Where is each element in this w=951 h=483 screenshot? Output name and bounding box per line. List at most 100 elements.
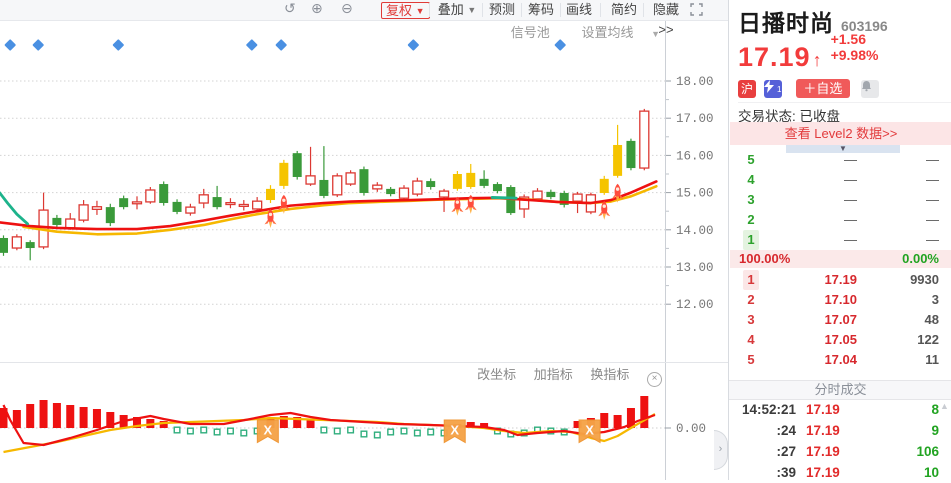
signal-pool-link[interactable]: 信号池 — [511, 25, 550, 40]
hide-button[interactable]: 隐藏>> — [647, 0, 685, 37]
indicator-square — [186, 427, 194, 435]
draw-line-button[interactable]: 画线 — [565, 0, 593, 20]
indicator-bars — [0, 396, 649, 428]
sell-row-2[interactable]: 2— — — [729, 210, 951, 230]
badges-row: 沪 1 ＋自选 — [738, 79, 948, 98]
simple-mode-button[interactable]: 简约 — [610, 0, 638, 20]
add-indicator-link[interactable]: 加指标 — [534, 367, 573, 382]
alert-bell-icon[interactable] — [861, 79, 880, 98]
sell-row-4[interactable]: 4— — — [729, 170, 951, 190]
buy-row-3[interactable]: 3 17.07 48 — [729, 310, 951, 330]
rocket-icon — [598, 200, 611, 220]
tick-trade-row: 14:52:21 17.19 8 — [741, 402, 939, 417]
candle-body-up — [225, 201, 236, 206]
buy-row-2[interactable]: 2 17.10 3 — [729, 290, 951, 310]
scroll-up-icon[interactable]: ▲ — [940, 401, 949, 411]
candle-body-up — [11, 236, 23, 249]
expand-icon[interactable] — [690, 3, 703, 23]
candle-body-up — [185, 206, 196, 214]
candle-body-up — [412, 180, 423, 195]
y-axis-label: 13.00 — [676, 261, 714, 275]
candle-body-signal — [466, 172, 476, 188]
candle-body-up — [198, 194, 209, 204]
candle-body-up — [639, 110, 650, 169]
buy-row-4[interactable]: 4 17.05 122 — [729, 330, 951, 350]
level2-banner[interactable]: 查看 Level2 数据>> — [730, 122, 951, 145]
sub-chart-tools: 改坐标 加指标 换指标 × — [400, 364, 662, 387]
chips-button[interactable]: 筹码 — [527, 0, 555, 20]
buy-sell-ratio-row: 100.00% 0.00% — [730, 250, 951, 268]
sell-row-5[interactable]: 5— — — [729, 150, 951, 170]
stock-chart-canvas[interactable]: 18.00 17.00 16.00 15.00 14.00 13.00 12.00 0.00 X… — [0, 0, 728, 480]
fuquan-button[interactable]: 复权 ▼ — [381, 2, 430, 19]
forecast-button[interactable]: 预测 — [488, 0, 516, 20]
undo-icon[interactable]: ↺ — [284, 0, 296, 20]
change-axis-link[interactable]: 改坐标 — [477, 367, 516, 382]
zoom-in-icon[interactable]: ⊕ — [311, 0, 323, 20]
indicator-square — [320, 426, 328, 434]
price-change: +1.56 — [830, 31, 867, 47]
close-indicator-icon[interactable]: × — [647, 372, 662, 387]
indicator-bar — [613, 415, 622, 428]
candle-body-down — [172, 201, 182, 212]
candle-body-up — [372, 184, 383, 190]
diamond-icon — [275, 39, 287, 51]
candle-body-down — [492, 184, 502, 192]
chart-region[interactable]: 18.00 17.00 16.00 15.00 14.00 13.00 12.00 0.00 X… — [0, 0, 728, 480]
svg-text:X: X — [450, 423, 459, 438]
y-axis-label: 16.00 — [676, 149, 714, 163]
quote-panel: 日播时尚 603196 17.19 ↑+1.56 +9.98% 沪 1 ＋自选 交易状… — [728, 0, 951, 480]
overlay-button[interactable]: 叠加 ▼ — [436, 0, 478, 20]
x-badge-icon: X — [256, 419, 279, 444]
ma-line-teal — [490, 196, 518, 200]
y-axis-label: 15.00 — [676, 187, 714, 201]
y-axis-label: 17.00 — [676, 112, 714, 126]
chart-toolbar: ↺ ⊕ ⊖ 复权 ▼ 叠加 ▼ 预测 筹码 画线 简约 隐藏>> — [0, 0, 728, 37]
candle-body-up — [65, 218, 76, 229]
caret-down-icon: ▼ — [467, 5, 477, 15]
sell-row-3[interactable]: 3— — — [729, 190, 951, 210]
indicator-square — [347, 426, 355, 434]
sell-queue: 5— — 4— — 3— — 2— — 1— — — [729, 150, 951, 250]
toolbar-separator — [560, 3, 561, 17]
candle-body-down — [25, 242, 35, 249]
candle-body-signal — [613, 144, 623, 176]
indicator-square — [173, 426, 181, 434]
indicator-square — [400, 427, 408, 435]
candlesticks — [0, 108, 650, 261]
indicator-square — [226, 427, 234, 435]
main-chart-tools: 信号池 设置均线 ▼ — [430, 22, 660, 41]
candle-body-signal — [452, 174, 462, 189]
diamond-icon — [32, 39, 44, 51]
buy-row-1[interactable]: 1 17.19 9930 — [729, 270, 951, 290]
candle-body-up — [131, 201, 143, 205]
toolbar-separator — [643, 3, 644, 17]
lightning-diagnose-icon[interactable]: 1 — [764, 79, 783, 98]
tick-trades-list[interactable]: 14:52:21 17.19 8 :24 17.19 9 :27 17.19 106 :39… — [729, 399, 951, 483]
buy-row-5[interactable]: 5 17.04 11 — [729, 350, 951, 370]
y-axis-label: 12.00 — [676, 298, 714, 312]
candle-body-down — [626, 140, 636, 169]
sell-row-1[interactable]: 1— — — [729, 230, 951, 250]
switch-indicator-link[interactable]: 换指标 — [590, 367, 629, 382]
candle-body-up — [145, 189, 156, 203]
fuquan-label: 复权 — [386, 3, 413, 18]
indicator-bar — [79, 407, 88, 428]
zoom-out-icon[interactable]: ⊖ — [341, 0, 353, 20]
candle-body-up — [572, 193, 583, 202]
sell-ratio: 0.00% — [902, 251, 939, 266]
add-watchlist-button[interactable]: ＋自选 — [795, 79, 850, 98]
indicator-bar — [92, 409, 101, 428]
candle-body-down — [0, 237, 8, 253]
indicator-bar — [66, 405, 75, 428]
candle-body-up — [332, 175, 343, 196]
candle-body-up — [305, 175, 316, 185]
toolbar-separator — [482, 3, 483, 17]
ma-settings-link[interactable]: 设置均线 ▼ — [567, 25, 660, 40]
candle-body-down — [546, 191, 556, 198]
candle-body-signal — [279, 162, 289, 186]
indicator-square — [240, 429, 248, 437]
indicator-square — [213, 428, 221, 436]
candle-body-down — [52, 217, 62, 225]
candle-body-up — [398, 187, 410, 199]
